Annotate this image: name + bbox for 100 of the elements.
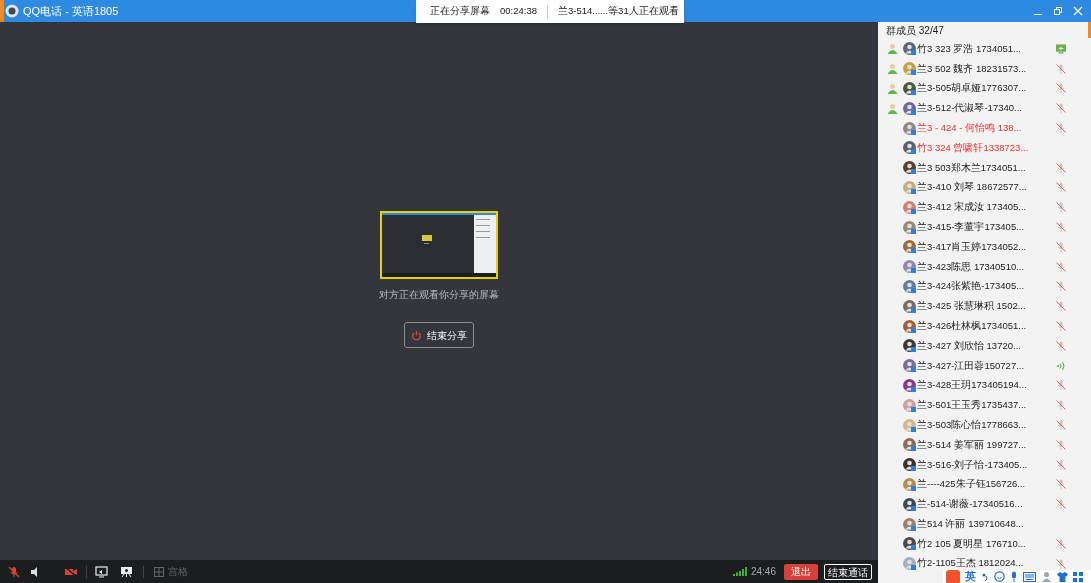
ime-mode-toggle[interactable]: 英 [965,568,976,583]
member-name: 兰3-516-刘子怡-173405... [917,457,1029,472]
member-row[interactable]: 兰3-427-江田蓉150727... [878,355,1091,376]
avatar-icon [903,497,916,511]
members-header: 群成员 32/47 [886,24,945,38]
member-row[interactable]: 兰3-503陈心怡1778663... [878,415,1091,435]
member-name: 兰3-512-代淑琴-17340... [917,101,1023,116]
avatar-icon [903,101,916,115]
member-name: 兰3-424张紫艳-173405... [917,279,1026,294]
member-row[interactable]: 竹2 105 夏明星 176710... [878,533,1091,554]
member-row[interactable]: 竹3 324 曾啸轩1338723... [878,138,1091,158]
shirt-icon[interactable] [1057,571,1068,582]
member-row[interactable]: 竹3 323 罗浩 1734051... [878,39,1091,59]
member-name: 兰-514-谢薇-17340516... [917,497,1024,512]
member-row[interactable]: 兰3-423陈思 17340510... [878,256,1091,277]
member-name: 兰3 502 魏齐 18231573... [917,61,1028,76]
end-call-button[interactable]: 结束通话 [824,563,872,580]
avatar-icon [903,220,916,234]
avatar-icon [903,161,916,175]
punctuation-icon[interactable] [981,571,989,582]
member-name: 兰3-417肖玉婷1734052... [917,239,1028,254]
member-name: 兰3-514 姜军丽 199727... [917,437,1028,452]
close-icon[interactable] [1073,6,1083,16]
member-row[interactable]: 兰514 许丽 139710648... [878,514,1091,534]
avatar-icon [903,517,916,531]
member-name: 兰514 许丽 139710648... [917,516,1025,531]
avatar-icon [903,398,916,412]
avatar-icon [903,438,916,452]
grid-icon [154,566,164,577]
member-name: 兰3-426杜林枫1734051... [917,318,1028,333]
sogou-logo-icon [946,569,960,583]
avatar-icon [903,339,916,353]
member-name: 兰----425朱子钰156726... [917,477,1027,492]
member-row[interactable]: 兰3-514 姜军丽 199727... [878,434,1091,455]
avatar-icon [903,299,916,313]
member-name: 兰3 503郑木兰1734051... [917,160,1027,175]
member-name: 兰3-412 宋成汝 173405... [917,200,1028,215]
avatar-icon [903,180,916,194]
member-name: 兰3-415-李董宇173405... [917,219,1026,234]
member-name: 兰3-428王玥173405194... [917,378,1028,393]
exit-button[interactable]: 退出 [784,563,818,580]
member-name: 竹2 105 夏明星 176710... [917,536,1027,551]
member-name: 兰3-501王玉秀1735437... [917,398,1028,413]
toolbox-icon[interactable] [1073,571,1083,582]
member-row[interactable]: 兰3-415-李董宇173405... [878,217,1091,237]
avatar-icon [903,537,916,551]
member-name: 兰3-427-江田蓉150727... [917,358,1026,373]
avatar-icon [903,260,916,274]
whiteboard-icon[interactable] [120,565,133,578]
avatar-icon [903,279,916,293]
member-name: 兰3-427 刘欣怡 13720... [917,338,1022,353]
member-row[interactable]: 兰3-427 刘欣怡 13720... [878,335,1091,356]
screen-share-icon[interactable] [95,565,108,578]
share-status-text: 正在分享屏幕 [430,4,490,19]
member-row[interactable]: 兰3-426杜林枫1734051... [878,316,1091,336]
member-row[interactable]: 兰3-505胡卓娅1776307... [878,78,1091,99]
stop-share-button[interactable]: 结束分享 [404,322,474,348]
share-caption: 对方正在观看你分享的屏幕 [379,288,499,302]
avatar-icon [903,319,916,333]
emoji-icon[interactable] [994,571,1005,582]
member-name: 兰3-503陈心怡1778663... [917,417,1028,432]
avatar-icon [903,141,916,155]
member-name: 兰3-425 张慧琳积 1502... [917,299,1027,314]
member-row[interactable]: 兰3-425 张慧琳积 1502... [878,296,1091,317]
qq-logo-icon [5,4,19,18]
restore-icon[interactable] [1053,6,1063,16]
avatar-icon [903,240,916,254]
member-row[interactable]: 兰3 - 424 - 何怡鸣 138... [878,118,1091,138]
member-name: 兰3-505胡卓娅1776307... [917,81,1028,96]
viewers-text: 兰3-514......等31人正在观看 [558,4,679,19]
avatar-icon [903,82,916,95]
member-row[interactable]: 兰-514-谢薇-17340516... [878,494,1091,515]
member-row[interactable]: 兰3-512-代淑琴-17340... [878,98,1091,119]
member-row[interactable]: 兰3 503郑木兰1734051... [878,157,1091,178]
microphone-icon[interactable] [1010,571,1018,582]
avatar-icon [903,458,916,472]
member-row[interactable]: 兰3-428王玥173405194... [878,375,1091,396]
member-row[interactable]: 兰3-412 宋成汝 173405... [878,197,1091,218]
member-name: 兰3-423陈思 17340510... [917,259,1026,274]
power-icon [411,329,422,341]
member-row[interactable]: 兰3 502 魏齐 18231573... [878,58,1091,79]
microphone-icon[interactable] [8,565,20,578]
member-row[interactable]: 兰3-410 刘琴 18672577... [878,177,1091,198]
keyboard-icon[interactable] [1023,571,1036,582]
member-row[interactable]: 兰3-516-刘子怡-173405... [878,454,1091,475]
member-row[interactable]: 兰----425朱子钰156726... [878,474,1091,495]
avatar-icon [903,378,916,392]
call-duration: 24:46 [750,565,776,579]
avatar-icon [903,418,916,432]
avatar-icon [903,121,916,135]
member-name: 竹2-1105王杰 1812024... [917,556,1025,570]
member-row[interactable]: 兰3-417肖玉婷1734052... [878,236,1091,257]
avatar-icon [903,557,916,571]
member-row[interactable]: 兰3-501王玉秀1735437... [878,395,1091,416]
member-name: 兰3-410 刘琴 18672577... [917,180,1028,195]
member-name: 兰3 - 424 - 何怡鸣 138... [917,120,1023,135]
window-title: QQ电话 - 英语1805 [23,3,119,19]
avatar-icon [903,200,916,214]
avatar-icon [903,359,916,373]
member-row[interactable]: 兰3-424张紫艳-173405... [878,276,1091,297]
